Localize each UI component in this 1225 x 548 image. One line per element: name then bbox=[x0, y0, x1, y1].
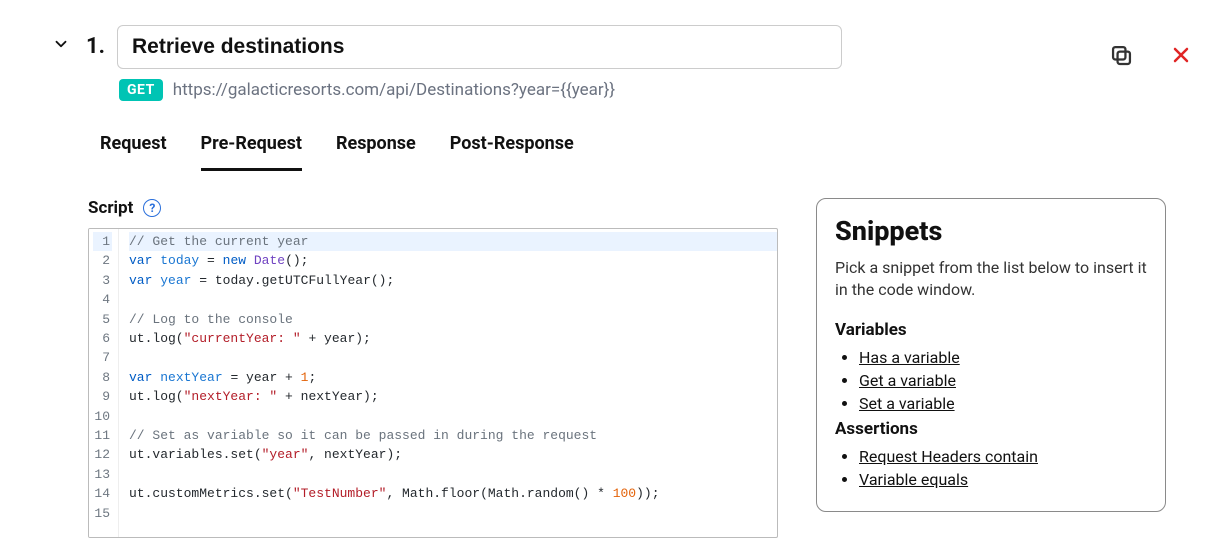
snippet-link[interactable]: Variable equals bbox=[859, 470, 968, 489]
line-number: 13 bbox=[93, 465, 112, 484]
code-line[interactable]: var year = today.getUTCFullYear(); bbox=[129, 271, 777, 290]
line-number: 11 bbox=[93, 426, 112, 445]
code-line[interactable]: // Get the current year bbox=[129, 232, 777, 251]
line-number: 5 bbox=[93, 310, 112, 329]
code-line[interactable]: ut.customMetrics.set("TestNumber", Math.… bbox=[129, 484, 777, 503]
tab-request[interactable]: Request bbox=[100, 133, 167, 171]
close-icon bbox=[1169, 43, 1193, 67]
code-line[interactable] bbox=[129, 290, 777, 309]
code-line[interactable]: // Log to the console bbox=[129, 310, 777, 329]
code-line[interactable]: var nextYear = year + 1; bbox=[129, 368, 777, 387]
collapse-toggle[interactable] bbox=[52, 35, 74, 57]
line-number: 12 bbox=[93, 445, 112, 464]
tab-pre-request[interactable]: Pre-Request bbox=[201, 133, 302, 171]
code-line[interactable] bbox=[129, 503, 777, 522]
step-number: 1. bbox=[86, 34, 105, 59]
code-line[interactable]: var today = new Date(); bbox=[129, 251, 777, 270]
tab-post-response[interactable]: Post-Response bbox=[450, 133, 574, 171]
chevron-down-icon bbox=[52, 35, 70, 53]
line-number: 4 bbox=[93, 290, 112, 309]
line-number: 14 bbox=[93, 484, 112, 503]
line-number: 2 bbox=[93, 251, 112, 270]
help-icon: ? bbox=[149, 201, 155, 215]
delete-button[interactable] bbox=[1165, 39, 1197, 71]
tabs: Request Pre-Request Response Post-Respon… bbox=[100, 133, 1225, 172]
line-number: 6 bbox=[93, 329, 112, 348]
line-number: 7 bbox=[93, 348, 112, 367]
snippet-item: Set a variable bbox=[859, 394, 1147, 413]
code-line[interactable] bbox=[129, 407, 777, 426]
code-line[interactable]: ut.log("currentYear: " + year); bbox=[129, 329, 777, 348]
step-title-input[interactable] bbox=[117, 25, 842, 69]
snippet-item: Request Headers contain bbox=[859, 447, 1147, 466]
snippet-group-heading: Variables bbox=[835, 320, 1147, 340]
request-url: https://galacticresorts.com/api/Destinat… bbox=[173, 80, 615, 100]
code-line[interactable] bbox=[129, 348, 777, 367]
snippet-item: Variable equals bbox=[859, 470, 1147, 489]
http-method-badge: GET bbox=[119, 79, 163, 101]
line-number: 3 bbox=[93, 271, 112, 290]
snippets-title: Snippets bbox=[835, 215, 1147, 247]
script-editor[interactable]: 123456789101112131415 // Get the current… bbox=[88, 228, 778, 538]
snippet-link[interactable]: Has a variable bbox=[859, 348, 960, 367]
snippets-panel: Snippets Pick a snippet from the list be… bbox=[816, 198, 1166, 512]
code-line[interactable]: // Set as variable so it can be passed i… bbox=[129, 426, 777, 445]
snippet-item: Has a variable bbox=[859, 348, 1147, 367]
script-label: Script bbox=[88, 198, 133, 218]
line-number: 15 bbox=[93, 504, 112, 523]
script-help-button[interactable]: ? bbox=[143, 199, 161, 217]
code-line[interactable] bbox=[129, 465, 777, 484]
snippet-group-heading: Assertions bbox=[835, 419, 1147, 439]
line-number: 8 bbox=[93, 368, 112, 387]
tab-response[interactable]: Response bbox=[336, 133, 416, 171]
snippet-link[interactable]: Get a variable bbox=[859, 371, 956, 390]
snippet-link[interactable]: Set a variable bbox=[859, 394, 955, 413]
code-line[interactable]: ut.variables.set("year", nextYear); bbox=[129, 445, 777, 464]
snippets-blurb: Pick a snippet from the list below to in… bbox=[835, 257, 1147, 302]
copy-icon bbox=[1108, 42, 1135, 69]
line-number: 10 bbox=[93, 407, 112, 426]
snippet-item: Get a variable bbox=[859, 371, 1147, 390]
line-number: 9 bbox=[93, 387, 112, 406]
snippet-link[interactable]: Request Headers contain bbox=[859, 447, 1038, 466]
duplicate-button[interactable] bbox=[1105, 39, 1137, 71]
code-line[interactable]: ut.log("nextYear: " + nextYear); bbox=[129, 387, 777, 406]
line-number: 1 bbox=[93, 232, 112, 251]
